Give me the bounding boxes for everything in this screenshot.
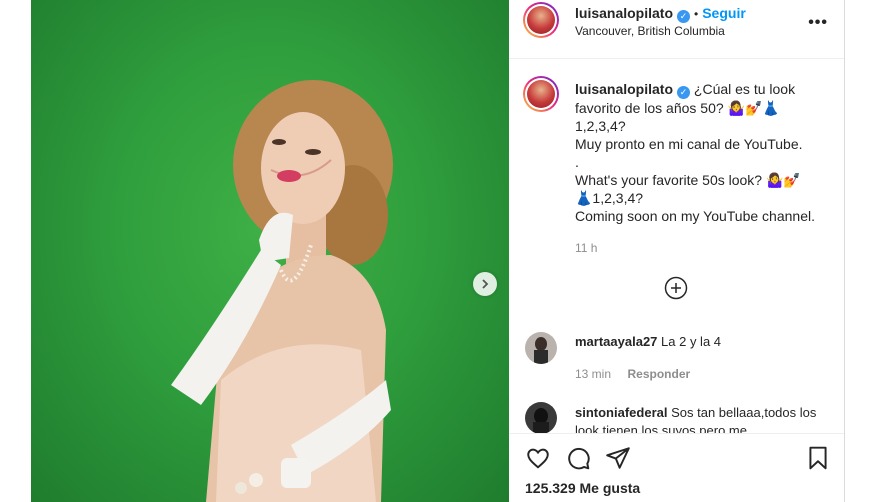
commenter-avatar[interactable]: [525, 332, 557, 364]
verified-badge-icon: ✓: [677, 86, 691, 99]
likes-count[interactable]: 125.329 Me gusta: [525, 480, 640, 496]
next-photo-button[interactable]: [473, 272, 497, 296]
post-location[interactable]: Vancouver, British Columbia: [575, 24, 725, 38]
caption-username[interactable]: luisanalopilato: [575, 81, 673, 97]
paper-plane-icon: [606, 447, 630, 469]
comment-row: martaayala27 La 2 y la 4: [575, 334, 721, 349]
header-username[interactable]: luisanalopilato: [575, 5, 673, 21]
caption-time[interactable]: 11 h: [575, 241, 823, 255]
more-options-icon[interactable]: •••: [808, 14, 828, 32]
post-header: luisanalopilato ✓ • Seguir Vancouver, Briti…: [509, 0, 844, 59]
chevron-right-icon: [482, 279, 489, 289]
commenter-avatar[interactable]: [525, 402, 557, 434]
heart-icon: [527, 448, 549, 469]
reply-button[interactable]: Responder: [627, 367, 690, 381]
header-user-row: luisanalopilato ✓ • Seguir: [575, 5, 746, 23]
like-button[interactable]: [525, 445, 551, 476]
author-avatar[interactable]: [523, 2, 559, 38]
load-more-comments-button[interactable]: [664, 276, 688, 305]
bookmark-icon: [809, 446, 827, 470]
separator-dot: •: [694, 7, 699, 21]
verified-badge-icon: ✓: [677, 10, 691, 23]
comment-username[interactable]: sintoniafederal: [575, 405, 667, 420]
caption-body: luisanalopilato ✓ ¿Cúal es tu look favori…: [575, 80, 823, 225]
post-side-panel: luisanalopilato ✓ • Seguir Vancouver, Briti…: [509, 0, 845, 502]
caption-avatar[interactable]: [523, 76, 559, 112]
plus-circle-icon: [664, 276, 688, 300]
comment-username[interactable]: martaayala27: [575, 334, 657, 349]
share-button[interactable]: [605, 445, 631, 476]
comment-meta: 13 min Responder: [575, 365, 690, 383]
post-image-illustration: [171, 80, 393, 502]
caption-block: luisanalopilato ✓ ¿Cúal es tu look favori…: [575, 80, 823, 255]
follow-button[interactable]: Seguir: [702, 5, 746, 21]
actions-divider: [509, 433, 844, 434]
comment-button[interactable]: [565, 445, 591, 476]
page-margin: [0, 0, 31, 502]
post-photo[interactable]: [31, 0, 509, 502]
comment-row: sintoniafederal Sos tan bellaaa,todos lo…: [575, 404, 825, 433]
save-button[interactable]: [805, 445, 831, 476]
comment-icon: [568, 447, 590, 470]
comment-time[interactable]: 13 min: [575, 367, 611, 381]
caption-text: ¿Cúal es tu look favorito de los años 50…: [575, 81, 815, 224]
comment-text: La 2 y la 4: [661, 334, 722, 349]
